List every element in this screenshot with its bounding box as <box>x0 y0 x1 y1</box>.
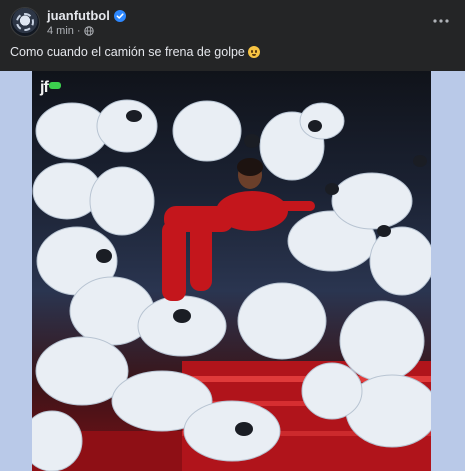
verified-badge-icon <box>113 9 126 22</box>
post-header: juanfutbol 4 min · <box>10 7 455 39</box>
caption-text: Como cuando el camión se frena de golpe <box>10 45 245 59</box>
watermark-logo: jf <box>40 79 61 97</box>
face-with-open-mouth-emoji <box>247 46 260 58</box>
post-photo[interactable]: jf <box>32 71 431 471</box>
more-options-icon <box>433 19 449 23</box>
watermark-text: jf <box>40 79 49 96</box>
avatar-logo-icon <box>16 13 34 31</box>
more-options-button[interactable] <box>429 11 453 31</box>
page-avatar[interactable] <box>10 7 40 37</box>
author-name[interactable]: juanfutbol <box>47 8 110 23</box>
media-frame: jf <box>0 71 465 471</box>
meta-separator: · <box>76 25 81 37</box>
post-caption: Como cuando el camión se frena de golpe <box>10 45 260 59</box>
watermark-green-dot <box>48 82 61 89</box>
author-row: juanfutbol <box>47 8 126 23</box>
post-timestamp[interactable]: 4 min <box>47 25 74 37</box>
post-meta: 4 min · <box>47 25 94 37</box>
photo-illustration <box>32 99 431 471</box>
globe-icon <box>83 26 94 36</box>
post-card: juanfutbol 4 min · Como cuando el camión… <box>0 0 465 471</box>
